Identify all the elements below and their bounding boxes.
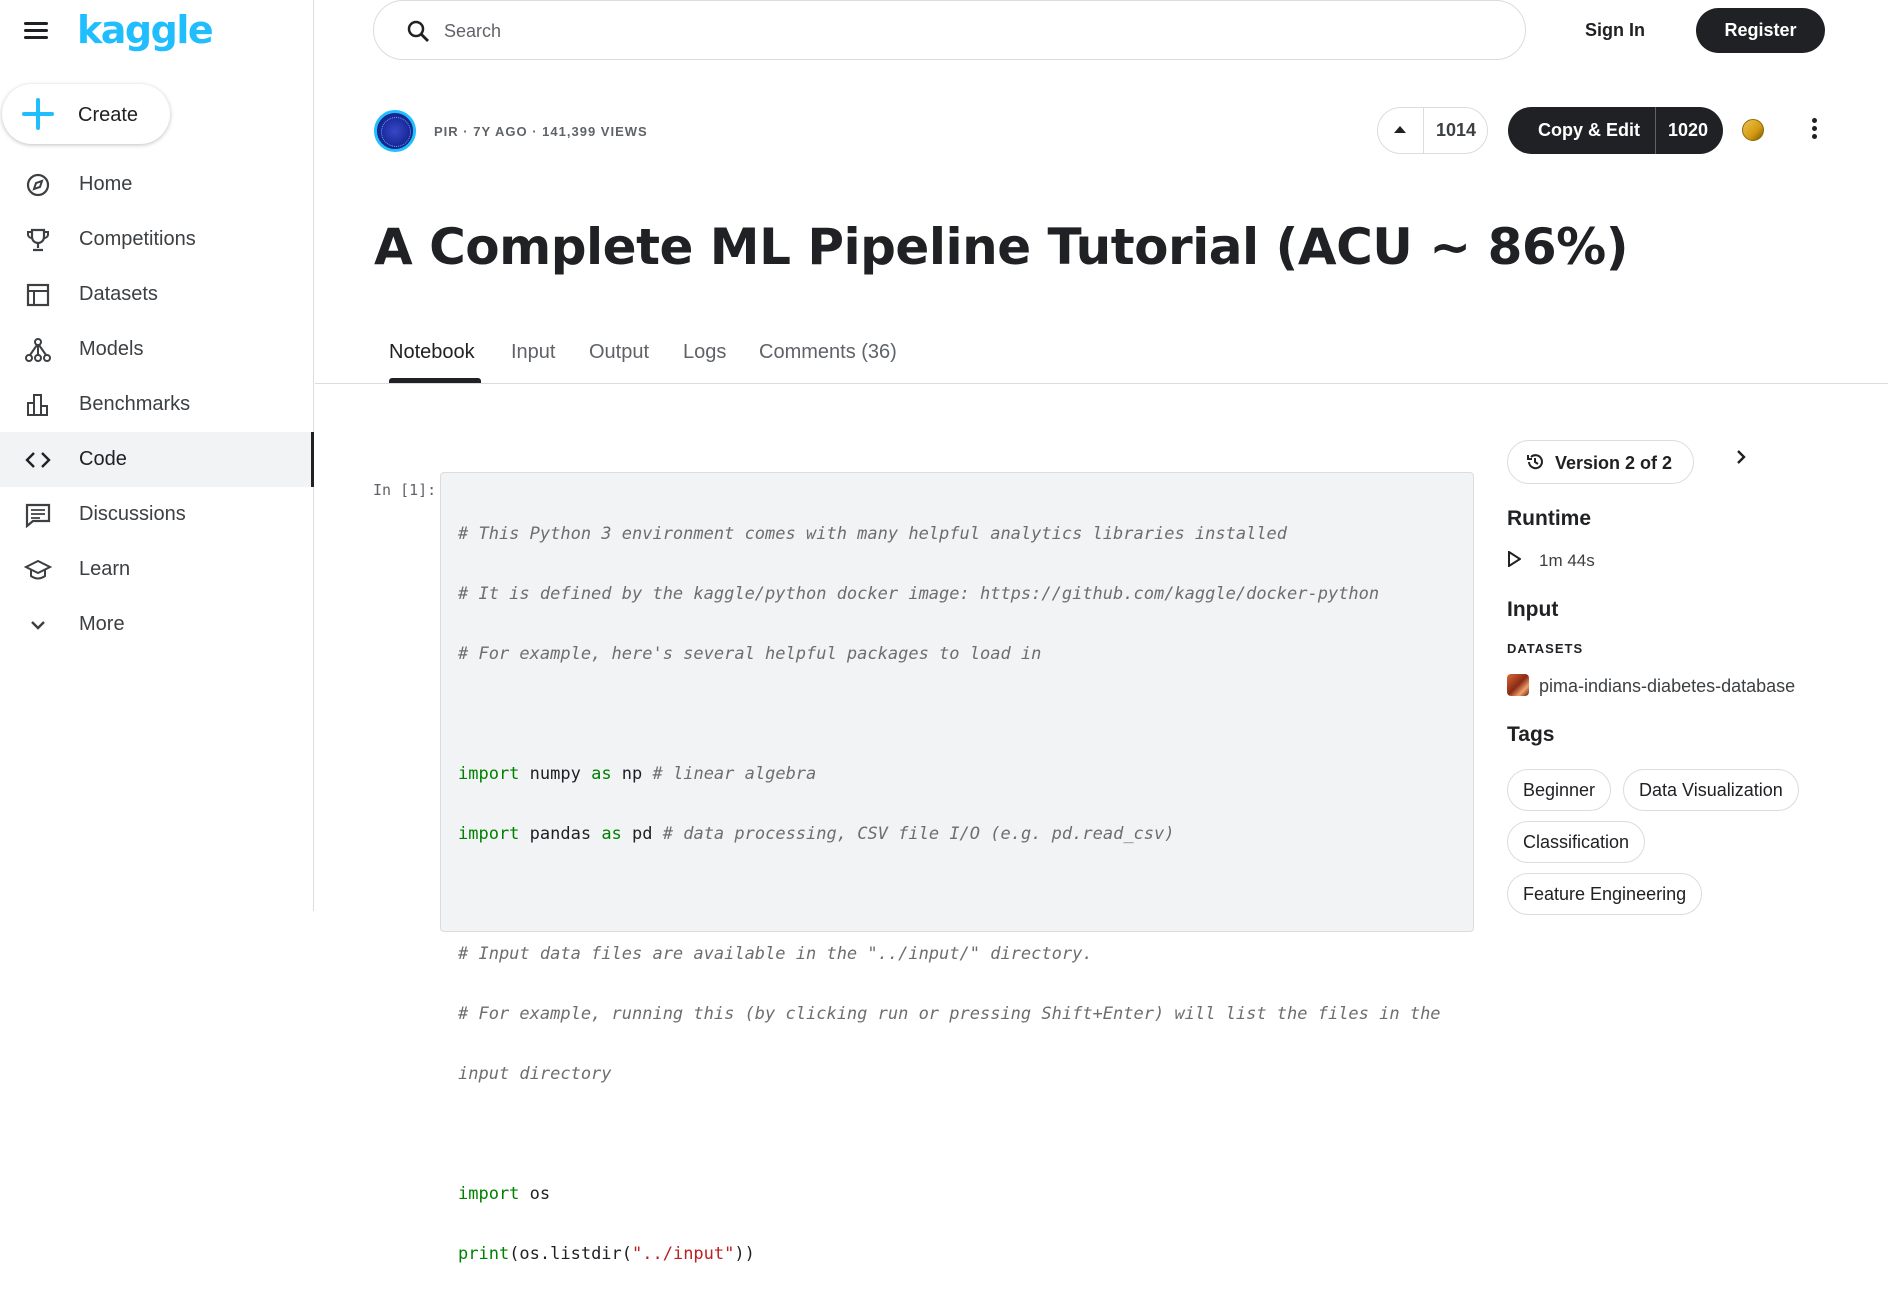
vote-count[interactable]: 1014: [1424, 120, 1488, 141]
runtime-heading: Runtime: [1507, 507, 1591, 530]
search-icon: [407, 20, 429, 42]
table-icon: [26, 283, 50, 307]
sidebar-item-label: Competitions: [79, 228, 196, 250]
upvote-control: 1014: [1377, 107, 1488, 154]
sidebar-item-discussions[interactable]: Discussions: [0, 487, 314, 542]
sidebar-item-code[interactable]: Code: [0, 432, 314, 487]
compass-icon: [26, 173, 50, 197]
tag-chip[interactable]: Classification: [1507, 821, 1646, 863]
sidebar-item-label: Datasets: [79, 283, 158, 305]
search-bar[interactable]: [373, 0, 1526, 60]
code-line: # This Python 3 environment comes with m…: [458, 524, 1288, 544]
sidebar-item-label: Code: [79, 448, 127, 470]
models-icon: [25, 338, 51, 362]
code-line: input directory: [458, 1064, 612, 1084]
create-button[interactable]: Create: [2, 84, 170, 144]
create-label: Create: [78, 104, 139, 126]
sidebar-item-label: Models: [79, 338, 144, 360]
sidebar-item-benchmarks[interactable]: Benchmarks: [0, 377, 314, 432]
notebook-meta: PIR · 7Y AGO · 141,399 VIEWS: [434, 124, 648, 139]
sidebar: kaggle Create Home Competitions Datasets…: [0, 0, 314, 911]
copy-edit-button[interactable]: Copy & Edit 1020: [1508, 107, 1723, 154]
sidebar-item-label: More: [79, 613, 125, 635]
copy-edit-count[interactable]: 1020: [1656, 120, 1720, 141]
comment-icon: [25, 503, 51, 528]
tag-chip[interactable]: Feature Engineering: [1507, 873, 1703, 915]
play-icon: [1508, 551, 1521, 567]
trophy-icon: [27, 228, 49, 252]
datasets-heading: DATASETS: [1507, 641, 1584, 656]
runtime-value: 1m 44s: [1539, 551, 1595, 570]
school-icon: [24, 559, 52, 580]
plus-icon: [22, 98, 54, 130]
divider: [315, 383, 1888, 384]
more-options-icon[interactable]: [1806, 118, 1822, 142]
code-line: import pandas as pd # data processing, C…: [458, 824, 1175, 844]
kaggle-logo[interactable]: kaggle: [77, 8, 214, 52]
code-icon: [25, 452, 51, 468]
chevron-down-icon: [31, 621, 45, 630]
dataset-link[interactable]: pima-indians-diabetes-database: [1539, 676, 1795, 697]
sidebar-nav: Home Competitions Datasets Models Benchm…: [0, 157, 314, 652]
tag-chip[interactable]: Data Visualization: [1623, 769, 1799, 811]
code-line: # For example, running this (by clicking…: [458, 1004, 1441, 1024]
version-button[interactable]: Version 2 of 2: [1507, 440, 1694, 484]
code-line: import os: [458, 1184, 551, 1204]
cell-prompt: In [1]:: [373, 481, 437, 499]
code-line: print(os.listdir("../input")): [458, 1244, 755, 1264]
tag-chip[interactable]: Beginner: [1507, 769, 1612, 811]
version-label: Version 2 of 2: [1555, 453, 1673, 473]
code-line: # Input data files are available in the …: [458, 944, 1093, 964]
sidebar-item-label: Discussions: [79, 503, 186, 525]
search-input[interactable]: [444, 17, 1494, 45]
sign-in-button[interactable]: Sign In: [1585, 20, 1645, 41]
tab-input[interactable]: Input: [511, 341, 555, 364]
code-line: import numpy as np # linear algebra: [458, 764, 817, 784]
gold-medal-icon: [1742, 119, 1764, 141]
code-line: # For example, here's several helpful pa…: [458, 644, 1042, 664]
chevron-right-icon[interactable]: [1733, 447, 1749, 467]
tab-logs[interactable]: Logs: [683, 341, 726, 364]
tags-heading: Tags: [1507, 723, 1555, 746]
sidebar-item-datasets[interactable]: Datasets: [0, 267, 314, 322]
menu-icon[interactable]: [24, 18, 52, 42]
sidebar-item-more[interactable]: More: [0, 597, 314, 652]
avatar[interactable]: [374, 110, 416, 152]
sidebar-item-learn[interactable]: Learn: [0, 542, 314, 597]
bar-chart-icon: [27, 394, 48, 416]
sidebar-item-home[interactable]: Home: [0, 157, 314, 212]
upvote-button[interactable]: [1378, 108, 1423, 153]
history-icon: [1527, 454, 1543, 470]
tab-comments[interactable]: Comments (36): [759, 341, 897, 364]
input-heading: Input: [1507, 598, 1559, 621]
register-button[interactable]: Register: [1696, 8, 1825, 53]
tab-output[interactable]: Output: [589, 341, 649, 364]
sidebar-item-label: Benchmarks: [79, 393, 191, 415]
tab-notebook[interactable]: Notebook: [389, 341, 475, 364]
page-title: A Complete ML Pipeline Tutorial (ACU ~ 8…: [374, 218, 1629, 276]
dataset-thumbnail: [1507, 674, 1529, 696]
code-block[interactable]: # This Python 3 environment comes with m…: [458, 489, 1441, 1299]
sidebar-item-competitions[interactable]: Competitions: [0, 212, 314, 267]
sidebar-item-label: Home: [79, 173, 133, 195]
code-line: # It is defined by the kaggle/python doc…: [458, 584, 1380, 604]
copy-edit-label: Copy & Edit: [1538, 120, 1640, 140]
sidebar-item-models[interactable]: Models: [0, 322, 314, 377]
sidebar-item-label: Learn: [79, 558, 131, 580]
